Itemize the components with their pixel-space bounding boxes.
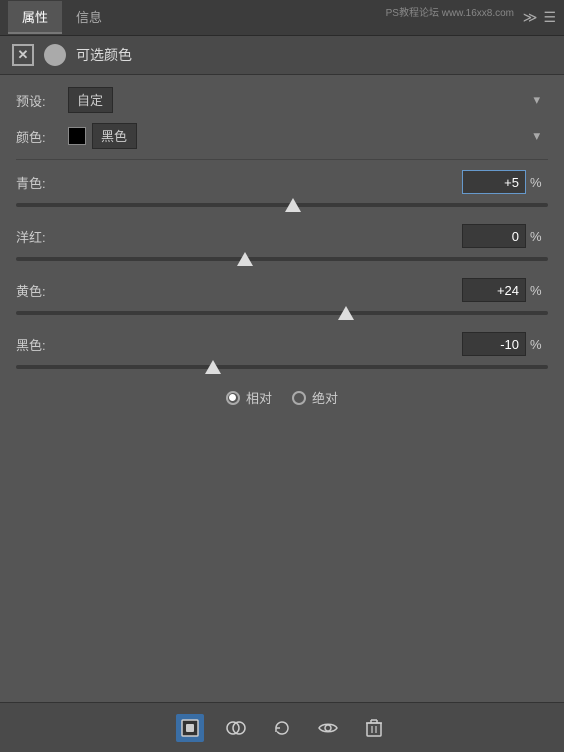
panel-menu-icon[interactable]: ≫ bbox=[523, 9, 538, 26]
mask-icon[interactable] bbox=[176, 714, 204, 742]
black-top-row: 黑色: % bbox=[16, 332, 548, 356]
yellow-thumb-shape bbox=[338, 306, 354, 320]
tab-info[interactable]: 信息 bbox=[62, 1, 116, 34]
tab-properties[interactable]: 属性 bbox=[8, 1, 62, 34]
cyan-input[interactable] bbox=[462, 170, 526, 194]
panel-title: 可选颜色 bbox=[76, 45, 132, 65]
preset-select-wrapper: 自定 bbox=[68, 87, 548, 113]
magenta-input[interactable] bbox=[462, 224, 526, 248]
cyan-pct: % bbox=[530, 175, 548, 190]
magenta-input-wrap: % bbox=[462, 224, 548, 248]
yellow-label: 黄色: bbox=[16, 281, 68, 300]
magenta-track[interactable] bbox=[16, 252, 548, 266]
panel-header: ✕ 可选颜色 bbox=[0, 36, 564, 75]
watermark: PS教程论坛 www.16xx8.com bbox=[386, 4, 514, 19]
black-section: 黑色: % bbox=[16, 332, 548, 374]
divider bbox=[16, 159, 548, 160]
yellow-top-row: 黄色: % bbox=[16, 278, 548, 302]
color-select[interactable]: 黑色 bbox=[92, 123, 137, 149]
radio-relative-circle bbox=[226, 391, 240, 405]
color-swatch bbox=[68, 127, 86, 145]
magenta-track-bg bbox=[16, 257, 548, 261]
reset-icon[interactable] bbox=[268, 714, 296, 742]
panel-content: 预设: 自定 颜色: 黑色 ▾ 青色: % bbox=[0, 75, 564, 427]
preset-row: 预设: 自定 bbox=[16, 87, 548, 113]
yellow-track-bg bbox=[16, 311, 548, 315]
yellow-input-wrap: % bbox=[462, 278, 548, 302]
radio-absolute[interactable]: 绝对 bbox=[292, 388, 338, 407]
tab-bar: 属性 信息 ≫ ☰ PS教程论坛 www.16xx8.com bbox=[0, 0, 564, 36]
cyan-label: 青色: bbox=[16, 173, 68, 192]
cyan-thumb-shape bbox=[285, 198, 301, 212]
cyan-top-row: 青色: % bbox=[16, 170, 548, 194]
eye-icon[interactable] bbox=[314, 714, 342, 742]
magenta-thumb-shape bbox=[237, 252, 253, 266]
bottom-toolbar bbox=[0, 702, 564, 752]
yellow-track[interactable] bbox=[16, 306, 548, 320]
cyan-track-bg bbox=[16, 203, 548, 207]
magenta-pct: % bbox=[530, 229, 548, 244]
yellow-pct: % bbox=[530, 283, 548, 298]
color-row: 颜色: 黑色 ▾ bbox=[16, 123, 548, 149]
adjustment-circle-icon bbox=[44, 44, 66, 66]
black-track[interactable] bbox=[16, 360, 548, 374]
radio-row: 相对 绝对 bbox=[16, 388, 548, 407]
black-label: 黑色: bbox=[16, 335, 68, 354]
black-input[interactable] bbox=[462, 332, 526, 356]
magenta-top-row: 洋红: % bbox=[16, 224, 548, 248]
magenta-label: 洋红: bbox=[16, 227, 68, 246]
magenta-section: 洋红: % bbox=[16, 224, 548, 266]
radio-relative-label: 相对 bbox=[246, 388, 272, 407]
cyan-section: 青色: % bbox=[16, 170, 548, 212]
magenta-thumb[interactable] bbox=[237, 252, 253, 266]
cyan-thumb[interactable] bbox=[285, 198, 301, 212]
radio-relative-dot bbox=[229, 394, 236, 401]
trash-icon[interactable] bbox=[360, 714, 388, 742]
adjustment-x-icon: ✕ bbox=[12, 44, 34, 66]
black-thumb[interactable] bbox=[205, 360, 221, 374]
black-track-bg bbox=[16, 365, 548, 369]
black-input-wrap: % bbox=[462, 332, 548, 356]
preset-select[interactable]: 自定 bbox=[68, 87, 113, 113]
cyan-track[interactable] bbox=[16, 198, 548, 212]
tab-bar-actions: ≫ ☰ bbox=[523, 9, 556, 26]
yellow-thumb[interactable] bbox=[338, 306, 354, 320]
panel-options-icon[interactable]: ☰ bbox=[543, 9, 556, 26]
color-label: 颜色: bbox=[16, 127, 68, 146]
preset-label: 预设: bbox=[16, 91, 68, 110]
cyan-input-wrap: % bbox=[462, 170, 548, 194]
radio-absolute-circle bbox=[292, 391, 306, 405]
eye-circles-icon[interactable] bbox=[222, 714, 250, 742]
yellow-input[interactable] bbox=[462, 278, 526, 302]
yellow-section: 黄色: % bbox=[16, 278, 548, 320]
black-pct: % bbox=[530, 337, 548, 352]
color-select-wrapper: 黑色 ▾ bbox=[68, 123, 548, 149]
black-thumb-shape bbox=[205, 360, 221, 374]
radio-relative[interactable]: 相对 bbox=[226, 388, 272, 407]
radio-absolute-label: 绝对 bbox=[312, 388, 338, 407]
